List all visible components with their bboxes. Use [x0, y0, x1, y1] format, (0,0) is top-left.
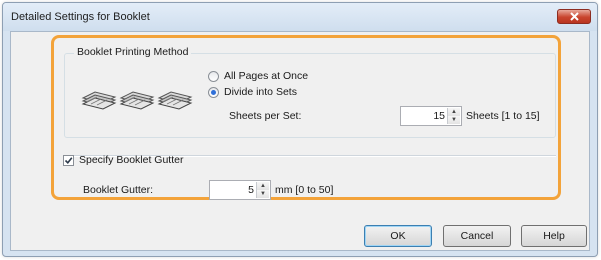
sheets-per-set-range: Sheets [1 to 15] [466, 110, 540, 122]
title-bar: Detailed Settings for Booklet [3, 3, 597, 31]
sheets-per-set-value: 15 [433, 110, 445, 122]
booklet-icon [119, 91, 155, 110]
dialog-window: Detailed Settings for Booklet Booklet Pr… [2, 2, 598, 257]
spin-up-icon[interactable]: ▲ [257, 182, 269, 190]
ok-button[interactable]: OK [364, 225, 432, 247]
close-icon [570, 12, 579, 21]
booklet-gutter-value: 5 [248, 184, 254, 196]
specify-booklet-gutter-checkbox[interactable]: Specify Booklet Gutter [63, 154, 183, 166]
sheets-per-set-stepper[interactable]: 15 ▲ ▼ [400, 106, 462, 126]
sheets-per-set-label: Sheets per Set: [229, 110, 302, 122]
radio-label: Divide into Sets [224, 86, 297, 98]
radio-button-selected[interactable] [208, 86, 219, 98]
window-title: Detailed Settings for Booklet [11, 11, 150, 23]
radio-all-pages-at-once[interactable]: All Pages at Once [208, 70, 308, 82]
booklet-gutter-unit: mm [0 to 50] [275, 184, 334, 196]
radio-divide-into-sets[interactable]: Divide into Sets [208, 86, 297, 98]
dialog-client-area: Booklet Printing Method All Pages at Onc… [10, 31, 590, 251]
checkbox-box[interactable] [63, 154, 74, 166]
booklet-gutter-stepper[interactable]: 5 ▲ ▼ [209, 180, 271, 200]
booklet-icon [81, 91, 117, 110]
spin-down-icon[interactable]: ▼ [448, 116, 460, 124]
booklet-gutter-label: Booklet Gutter: [83, 184, 154, 196]
help-button[interactable]: Help [521, 225, 587, 247]
close-button[interactable] [557, 9, 591, 24]
cancel-button[interactable]: Cancel [443, 225, 511, 247]
radio-label: All Pages at Once [224, 70, 309, 82]
booklet-icon [157, 91, 193, 110]
spin-up-icon[interactable]: ▲ [448, 108, 460, 116]
checkbox-label: Specify Booklet Gutter [79, 154, 184, 166]
checkmark-icon [64, 156, 73, 164]
radio-button[interactable] [208, 70, 219, 82]
spin-down-icon[interactable]: ▼ [257, 190, 269, 198]
group-legend: Booklet Printing Method [74, 46, 192, 58]
